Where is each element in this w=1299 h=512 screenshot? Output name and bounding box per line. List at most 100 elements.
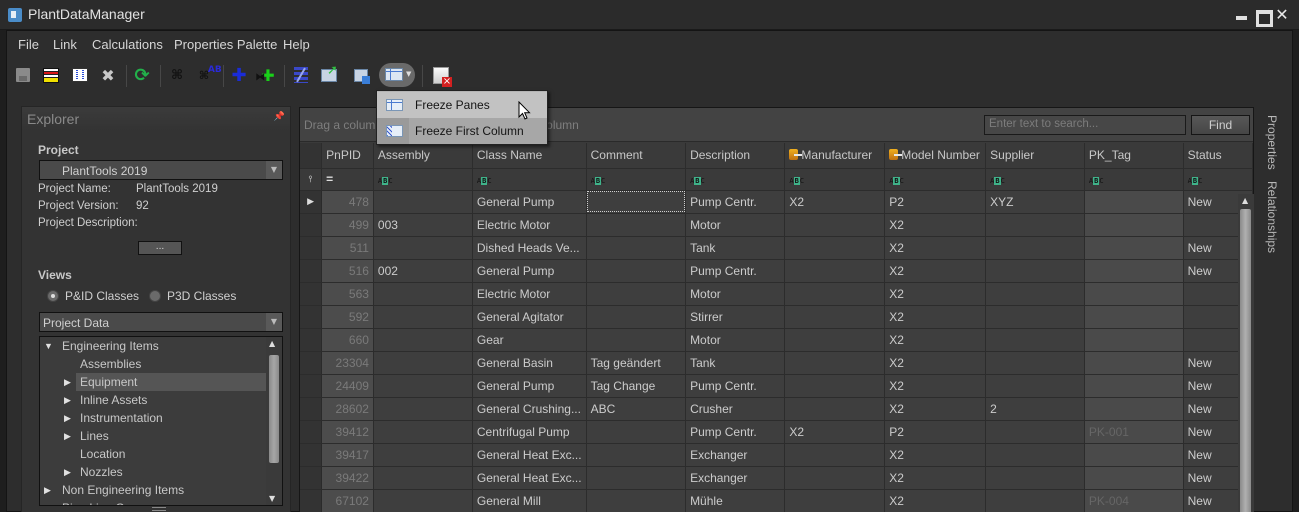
- cell-comment[interactable]: Tag geändert: [586, 351, 687, 375]
- cell-pk-tag[interactable]: [1084, 213, 1184, 237]
- cell-assembly[interactable]: [373, 351, 473, 375]
- cell-pnpid[interactable]: 39417: [321, 443, 374, 467]
- cell-assembly[interactable]: [373, 282, 473, 306]
- column-header-supplier[interactable]: Supplier: [985, 143, 1085, 169]
- cell-manufacturer[interactable]: [784, 466, 886, 490]
- cell-assembly[interactable]: [373, 420, 473, 444]
- row-indicator[interactable]: [300, 489, 323, 512]
- table-row[interactable]: 28602 General Crushing... ABC Crusher X2 2 New: [300, 397, 1254, 421]
- cell-class-name[interactable]: General Basin: [472, 351, 587, 375]
- cell-description[interactable]: Motor: [685, 328, 786, 352]
- cell-supplier[interactable]: [985, 420, 1085, 444]
- cell-pnpid[interactable]: 478: [321, 190, 374, 214]
- table-row[interactable]: 563 Electric Motor Motor X2: [300, 282, 1254, 306]
- cell-comment[interactable]: [586, 466, 687, 490]
- tree-item-inline-assets[interactable]: ▶ Inline Assets: [40, 391, 266, 409]
- row-indicator[interactable]: [300, 282, 323, 306]
- cell-pk-tag[interactable]: [1084, 305, 1184, 329]
- row-indicator[interactable]: [300, 420, 323, 444]
- column-header-manufacturer[interactable]: Manufacturer: [784, 143, 886, 169]
- cell-manufacturer[interactable]: [784, 305, 886, 329]
- cell-pk-tag[interactable]: [1084, 282, 1184, 306]
- tree-item-instrumentation[interactable]: ▶ Instrumentation: [40, 409, 266, 427]
- cell-comment[interactable]: [586, 190, 687, 214]
- cell-pnpid[interactable]: 23304: [321, 351, 374, 375]
- cell-comment[interactable]: [586, 282, 687, 306]
- cell-pnpid[interactable]: 499: [321, 213, 374, 237]
- column-header-assembly[interactable]: Assembly: [373, 143, 473, 169]
- row-indicator[interactable]: [300, 305, 323, 329]
- add-button[interactable]: ✚: [228, 64, 250, 86]
- current-row-indicator-icon[interactable]: ▶: [300, 190, 323, 214]
- text-filter-icon[interactable]: ABC: [477, 177, 492, 185]
- filter-cell[interactable]: ABC: [586, 168, 687, 191]
- menu-file[interactable]: File: [18, 37, 39, 52]
- cell-supplier[interactable]: [985, 466, 1085, 490]
- cell-description[interactable]: Tank: [685, 236, 786, 260]
- freeze-dropdown-button[interactable]: ▼: [379, 63, 415, 87]
- table-row[interactable]: 23304 General Basin Tag geändert Tank X2 New: [300, 351, 1254, 375]
- search-input[interactable]: Enter text to search...: [984, 115, 1186, 135]
- select-table-button[interactable]: [350, 64, 372, 86]
- table-row[interactable]: ▶ 478 General Pump Pump Centr. X2 P2 XYZ New: [300, 190, 1254, 214]
- filter-cell-pnpid[interactable]: =: [321, 168, 374, 191]
- cell-comment[interactable]: [586, 213, 687, 237]
- cell-pk-tag[interactable]: [1084, 236, 1184, 260]
- cell-assembly[interactable]: [373, 489, 473, 512]
- export-button[interactable]: [318, 63, 340, 86]
- text-filter-icon[interactable]: ABC: [1188, 177, 1202, 185]
- cell-description[interactable]: Tank: [685, 351, 786, 375]
- tree-item-location[interactable]: Location: [40, 445, 266, 463]
- cell-class-name[interactable]: Centrifugal Pump: [472, 420, 587, 444]
- cell-supplier[interactable]: [985, 213, 1085, 237]
- cell-class-name[interactable]: Electric Motor: [472, 282, 587, 306]
- cell-class-name[interactable]: Dished Heads Ve...: [472, 236, 587, 260]
- cell-description[interactable]: Mühle: [685, 489, 786, 512]
- collapsed-arrow-icon[interactable]: ▶: [64, 463, 71, 481]
- cell-description[interactable]: Exchanger: [685, 443, 786, 467]
- menu-link[interactable]: Link: [53, 37, 77, 52]
- cell-comment[interactable]: ABC: [586, 397, 687, 421]
- collapsed-arrow-icon[interactable]: ▶: [64, 409, 71, 427]
- cell-assembly[interactable]: [373, 190, 473, 214]
- cell-manufacturer[interactable]: [784, 489, 886, 512]
- cell-class-name[interactable]: General Pump: [472, 190, 587, 214]
- cell-description[interactable]: Pump Centr.: [685, 259, 786, 283]
- column-header-pnpid[interactable]: PnPID: [321, 143, 374, 169]
- cell-pk-tag[interactable]: [1084, 397, 1184, 421]
- cell-supplier[interactable]: [985, 489, 1085, 512]
- cell-description[interactable]: Exchanger: [685, 466, 786, 490]
- cell-description[interactable]: Stirrer: [685, 305, 786, 329]
- cell-model-number[interactable]: X2: [884, 466, 987, 490]
- cell-assembly[interactable]: [373, 236, 473, 260]
- cell-manufacturer[interactable]: [784, 282, 886, 306]
- cell-pk-tag[interactable]: [1084, 351, 1184, 375]
- refresh-button[interactable]: ⟳: [131, 64, 153, 86]
- cell-model-number[interactable]: P2: [884, 190, 987, 214]
- cell-description[interactable]: Pump Centr.: [685, 420, 786, 444]
- table-row[interactable]: 499 003 Electric Motor Motor X2: [300, 213, 1254, 237]
- cell-pnpid[interactable]: 24409: [321, 374, 374, 398]
- cell-class-name[interactable]: Gear: [472, 328, 587, 352]
- cell-manufacturer[interactable]: [784, 259, 886, 283]
- cell-pk-tag[interactable]: [1084, 374, 1184, 398]
- p3d-classes-radio[interactable]: [149, 290, 161, 302]
- cell-assembly[interactable]: [373, 397, 473, 421]
- cell-supplier[interactable]: [985, 351, 1085, 375]
- cell-comment[interactable]: [586, 489, 687, 512]
- menu-help[interactable]: Help: [283, 37, 310, 52]
- cell-pnpid[interactable]: 39422: [321, 466, 374, 490]
- cell-comment[interactable]: [586, 236, 687, 260]
- cell-class-name[interactable]: General Crushing...: [472, 397, 587, 421]
- cell-manufacturer[interactable]: [784, 328, 886, 352]
- cell-model-number[interactable]: X2: [884, 443, 987, 467]
- cell-supplier[interactable]: XYZ: [985, 190, 1085, 214]
- text-filter-icon[interactable]: ABC: [990, 177, 1005, 185]
- cell-pnpid[interactable]: 511: [321, 236, 374, 260]
- table-row[interactable]: 24409 General Pump Tag Change Pump Centr. X2…: [300, 374, 1254, 398]
- table-row[interactable]: 39422 General Heat Exc... Exchanger X2 New: [300, 466, 1254, 490]
- pid-classes-label[interactable]: P&ID Classes: [65, 289, 139, 303]
- tree-item-non-engineering-items[interactable]: ▶ Non Engineering Items: [40, 481, 266, 499]
- cell-comment[interactable]: [586, 443, 687, 467]
- project-combobox[interactable]: PlantTools 2019 ▼: [39, 160, 283, 180]
